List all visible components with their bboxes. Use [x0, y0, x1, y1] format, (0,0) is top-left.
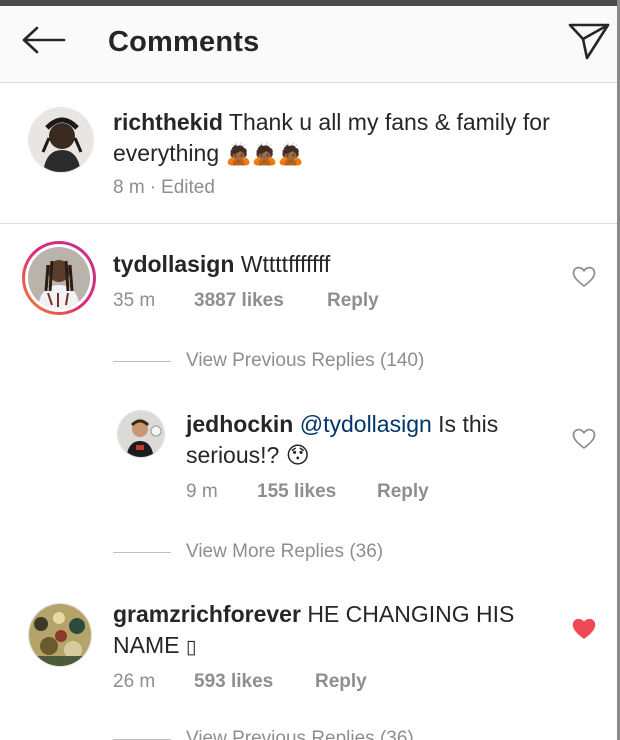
likes-count[interactable]: 155 likes [257, 481, 377, 503]
avatar[interactable] [28, 603, 92, 667]
share-button[interactable] [564, 20, 614, 66]
divider [113, 360, 171, 362]
heart-outline-icon [572, 428, 596, 455]
view-replies-label: View Previous Replies (140) [186, 350, 425, 371]
view-previous-replies[interactable]: View Previous Replies (36) [113, 728, 414, 740]
divider [113, 551, 171, 553]
likes-count[interactable]: 593 likes [194, 671, 315, 693]
view-replies-label: View Previous Replies (36) [186, 728, 414, 740]
comment-text: tydollasign Wttttfffffff [113, 249, 553, 280]
timestamp: 9 m [186, 481, 218, 502]
missing-glyph: ▯ [185, 636, 197, 658]
likes-count[interactable]: 3887 likes [194, 290, 327, 312]
back-button[interactable] [18, 22, 68, 62]
username-link[interactable]: jedhockin [186, 411, 293, 437]
avatar[interactable] [22, 241, 96, 315]
like-button[interactable] [569, 264, 599, 294]
divider [113, 738, 171, 740]
view-more-replies[interactable]: View More Replies (36) [113, 541, 383, 563]
caption-text: richthekid Thank u all my fans & family … [113, 107, 593, 170]
heart-outline-icon [572, 266, 596, 293]
username-link[interactable]: gramzrichforever [113, 601, 301, 627]
reply-button[interactable]: Reply [377, 481, 429, 503]
username-link[interactable]: richthekid [113, 109, 223, 135]
arrow-left-icon [20, 25, 66, 60]
caption-meta: 8 m · Edited [113, 177, 215, 199]
mention-link[interactable]: @tydollasign [300, 411, 432, 437]
comment-meta: 35 m 3887 likes Reply [113, 290, 379, 312]
username-link[interactable]: tydollasign [113, 251, 234, 277]
timestamp: 35 m [113, 290, 156, 311]
like-button[interactable] [569, 426, 599, 456]
timestamp: 8 m [113, 177, 145, 198]
comment-body: Wttttfffffff [240, 251, 331, 277]
avatar[interactable] [28, 107, 94, 173]
comment-meta: 26 m 593 likes Reply [113, 671, 367, 693]
reply-emoji: 😯 [285, 443, 310, 469]
edited-label: Edited [161, 177, 215, 198]
reply-meta: 9 m 155 likes Reply [186, 481, 429, 503]
reply-button[interactable]: Reply [327, 290, 379, 312]
view-previous-replies[interactable]: View Previous Replies (140) [113, 350, 424, 372]
comment-text: gramzrichforever HE CHANGING HIS NAME ▯ [113, 599, 553, 663]
comments-header: Comments [0, 6, 617, 83]
timestamp: 26 m [113, 671, 156, 692]
like-button[interactable] [569, 616, 599, 646]
avatar[interactable] [117, 410, 165, 458]
meta-separator: · [149, 177, 157, 198]
view-replies-label: View More Replies (36) [186, 541, 384, 562]
paper-plane-icon [567, 21, 611, 66]
heart-filled-icon [572, 618, 596, 645]
post-caption: richthekid Thank u all my fans & family … [0, 84, 617, 224]
caption-emoji: 🙇🏾🙇🏾🙇🏾 [225, 142, 304, 166]
reply-button[interactable]: Reply [315, 671, 367, 693]
reply-text: jedhockin @tydollasign Is this serious!?… [186, 409, 556, 472]
page-title: Comments [108, 26, 260, 58]
